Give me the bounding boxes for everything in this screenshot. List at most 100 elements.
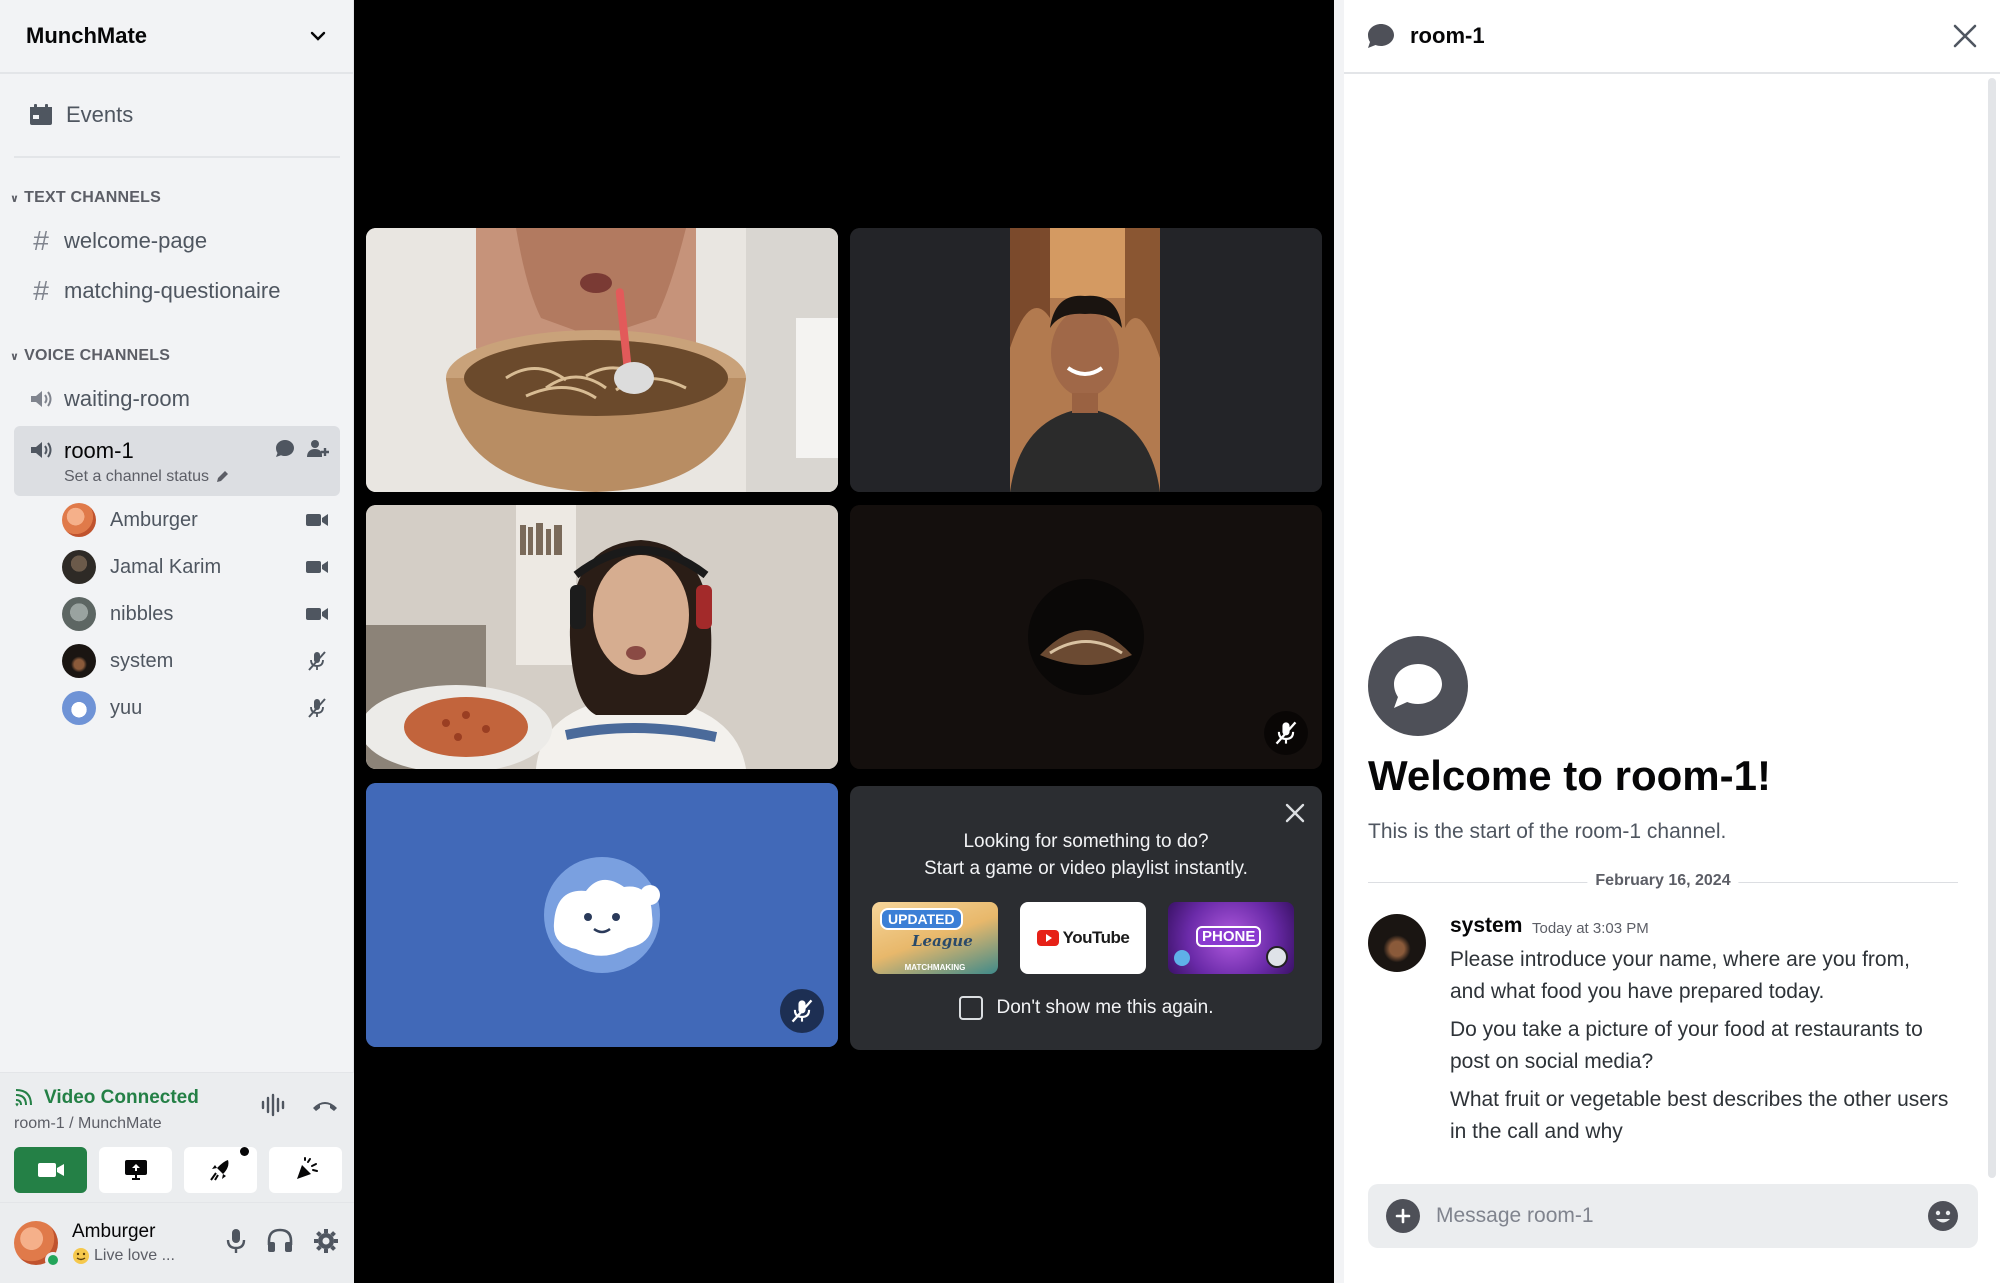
- avatar[interactable]: [1368, 914, 1426, 972]
- voice-location[interactable]: room-1 / MunchMate: [14, 1115, 162, 1133]
- pencil-icon: [216, 471, 228, 482]
- notification-dot: [240, 1147, 249, 1156]
- online-status-icon: [45, 1252, 61, 1268]
- voice-member[interactable]: nibbles: [62, 594, 340, 634]
- soundboard-button[interactable]: [269, 1147, 342, 1193]
- camera-icon: [304, 507, 330, 533]
- video-tile-participant-1[interactable]: [366, 228, 838, 492]
- voice-connection-panel: Video Connected room-1 / MunchMate: [0, 1072, 354, 1202]
- custom-status[interactable]: Live love ...: [72, 1247, 175, 1265]
- activity-prompt-line-2: Start a game or video playlist instantly…: [924, 858, 1248, 879]
- dont-show-again[interactable]: Don't show me this again.: [850, 996, 1322, 1020]
- avatar[interactable]: [14, 1221, 61, 1268]
- voice-member[interactable]: yuu: [62, 688, 340, 728]
- add-user-icon[interactable]: [306, 438, 330, 460]
- message-input[interactable]: [1436, 1204, 1926, 1228]
- avatar: [62, 503, 96, 537]
- soundboard-icon: [296, 1157, 318, 1179]
- chat-bubble-icon: [1368, 24, 1394, 48]
- events-link[interactable]: Events: [14, 92, 340, 138]
- user-controls: [224, 1227, 340, 1255]
- avatar: [366, 783, 838, 1047]
- checkbox[interactable]: [958, 996, 983, 1020]
- username[interactable]: Amburger: [72, 1221, 155, 1243]
- events-label: Events: [66, 102, 134, 127]
- chevron-down-icon: [310, 31, 326, 41]
- screen-share-button[interactable]: [99, 1147, 172, 1193]
- video-stage: Looking for something to do? Start a gam…: [354, 0, 1334, 1283]
- member-name: nibbles: [110, 602, 174, 625]
- video-feed: [850, 228, 1322, 492]
- hash-icon: #: [33, 225, 49, 256]
- avatar: [62, 597, 96, 631]
- activity-league[interactable]: UPDATED League MATCHMAKING: [872, 902, 998, 974]
- signal-icon: [15, 1089, 32, 1107]
- channel-room-1[interactable]: room-1 Set a channel status: [14, 426, 340, 496]
- message-line: What fruit or vegetable best describes t…: [1450, 1088, 1949, 1143]
- mic-muted-icon: [1264, 711, 1308, 755]
- headphones-icon[interactable]: [266, 1227, 294, 1255]
- chat-bubble-icon: [1368, 636, 1468, 736]
- channel-welcome-page[interactable]: # welcome-page: [14, 218, 340, 264]
- activity-prompt-line-1: Looking for something to do?: [963, 831, 1209, 852]
- screen-share-icon: [124, 1160, 147, 1180]
- plus-icon: [1395, 1208, 1411, 1224]
- activity-phone-game[interactable]: PHONE: [1168, 902, 1294, 974]
- close-icon[interactable]: [1282, 800, 1308, 826]
- channel-actions: [274, 438, 330, 460]
- message-author[interactable]: system: [1450, 914, 1522, 938]
- voice-status[interactable]: Video Connected: [14, 1087, 199, 1109]
- voice-member[interactable]: Amburger: [62, 500, 340, 540]
- message-composer: [1368, 1184, 1978, 1248]
- channel-matching-questionaire[interactable]: # matching-questionaire: [14, 268, 340, 314]
- gear-icon[interactable]: [312, 1227, 340, 1255]
- voice-member[interactable]: Jamal Karim: [62, 547, 340, 587]
- add-attachment-button[interactable]: [1386, 1199, 1420, 1233]
- checkbox-label: Don't show me this again.: [996, 997, 1214, 1018]
- member-name: yuu: [110, 696, 143, 719]
- emoji-icon[interactable]: [1926, 1199, 1960, 1233]
- chat-bubble-icon[interactable]: [274, 438, 296, 460]
- mic-muted-icon: [780, 989, 824, 1033]
- activities-button[interactable]: [184, 1147, 257, 1193]
- channel-status[interactable]: Set a channel status: [64, 468, 229, 486]
- activity-phone-title: PHONE: [1196, 926, 1262, 947]
- voice-status-label: Video Connected: [44, 1087, 199, 1108]
- user-panel: Amburger Live love ...: [0, 1202, 354, 1283]
- disconnect-icon[interactable]: [310, 1093, 340, 1117]
- scrollbar[interactable]: [1988, 78, 1996, 1178]
- chevron-down-icon: ∨: [10, 350, 20, 363]
- close-icon[interactable]: [1952, 23, 1978, 49]
- custom-status-text: Live love ...: [94, 1247, 175, 1264]
- activity-youtube-title: YouTube: [1062, 928, 1130, 947]
- message-line: Do you take a picture of your food at re…: [1450, 1018, 1923, 1073]
- camera-button[interactable]: [14, 1147, 87, 1193]
- category-text-channels[interactable]: ∨ TEXT CHANNELS: [10, 186, 161, 210]
- date-label: February 16, 2024: [1587, 872, 1739, 890]
- microphone-icon[interactable]: [224, 1227, 248, 1255]
- video-tile-participant-2[interactable]: [850, 228, 1322, 492]
- category-voice-channels[interactable]: ∨ VOICE CHANNELS: [10, 344, 170, 368]
- server-header[interactable]: MunchMate: [0, 0, 354, 74]
- video-tile-participant-3[interactable]: [366, 505, 838, 769]
- youtube-play-icon: [1036, 930, 1059, 946]
- calendar-icon: [30, 104, 52, 125]
- activity-league-caption: MATCHMAKING: [904, 963, 966, 972]
- voice-member[interactable]: system: [62, 641, 340, 681]
- video-feed: [366, 228, 838, 492]
- member-name: Amburger: [110, 508, 198, 531]
- message-body: Please introduce your name, where are yo…: [1450, 944, 1950, 1154]
- channel-waiting-room[interactable]: waiting-room: [14, 376, 340, 422]
- channel-label: room-1: [64, 438, 134, 463]
- activity-youtube[interactable]: YouTube: [1020, 902, 1146, 974]
- welcome-title: Welcome to room-1!: [1368, 752, 1771, 799]
- speaker-icon: [31, 442, 52, 458]
- chevron-down-icon: ∨: [10, 192, 20, 205]
- activity-league-title: League: [912, 932, 973, 950]
- video-tile-participant-4[interactable]: [850, 505, 1322, 769]
- noise-suppression-icon[interactable]: [260, 1093, 288, 1117]
- activity-prompt-card: Looking for something to do? Start a gam…: [850, 786, 1322, 1050]
- video-tile-participant-5[interactable]: [366, 783, 838, 1047]
- activity-prompt-text: Looking for something to do? Start a gam…: [850, 828, 1322, 882]
- mascot-icon: [1266, 946, 1288, 968]
